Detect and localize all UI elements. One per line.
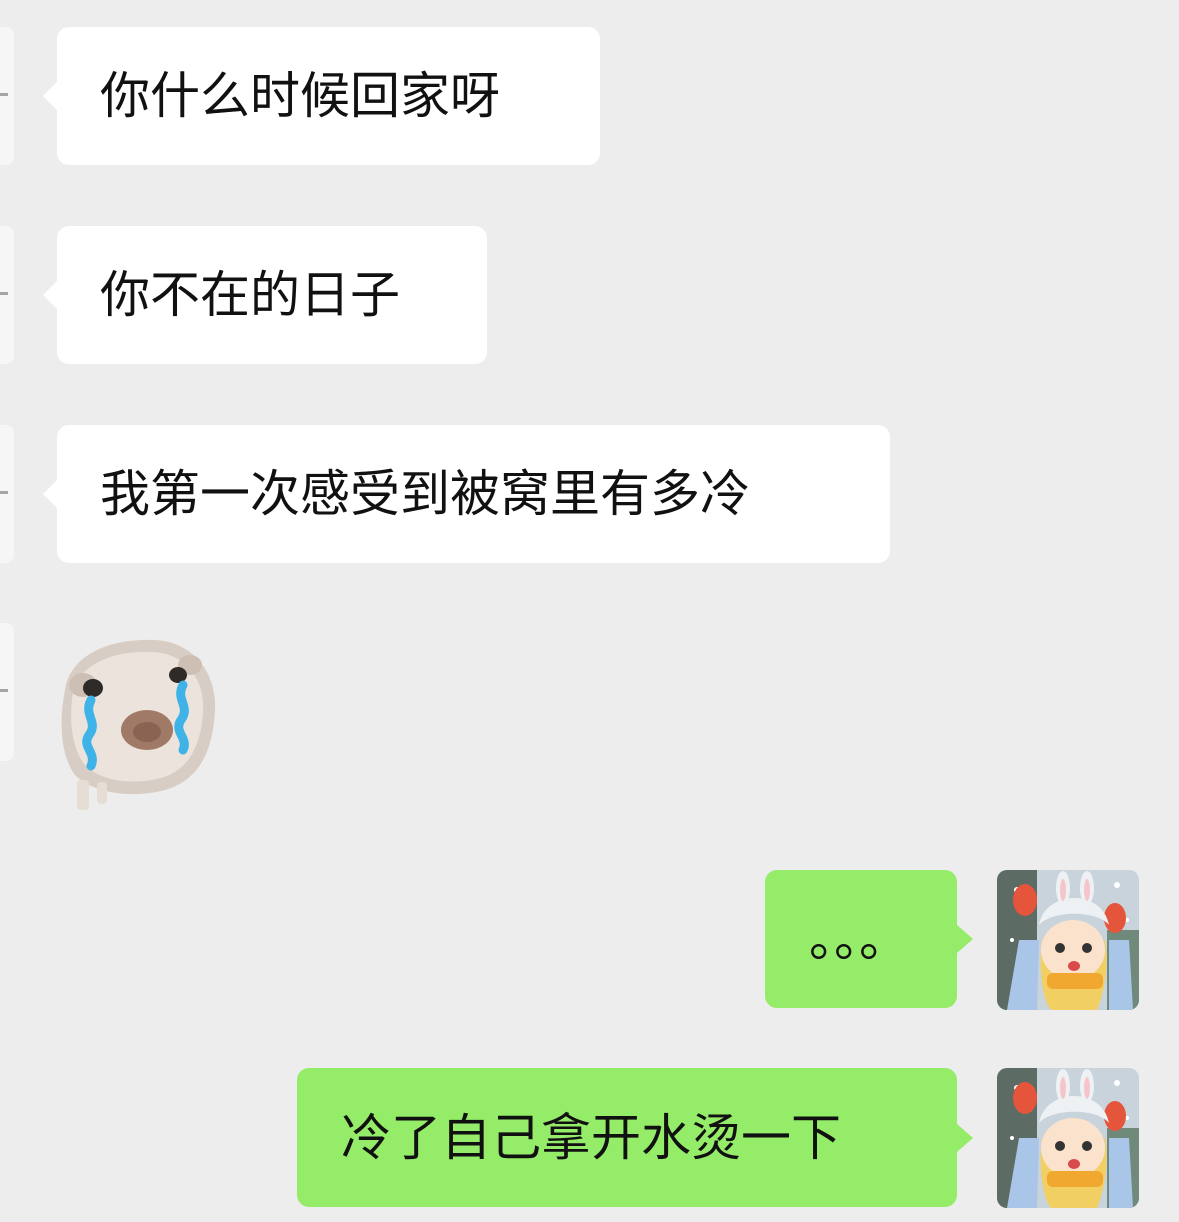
contact-avatar[interactable] [0,27,14,165]
incoming-message-bubble[interactable]: 我第一次感受到被窝里有多冷 [43,425,890,563]
contact-avatar[interactable] [0,226,14,364]
contact-avatar[interactable] [0,623,14,761]
incoming-message-bubble[interactable]: 你什么时候回家呀 [43,27,600,165]
outgoing-message-bubble[interactable]: 冷了自己拿开水烫一下 [297,1068,973,1207]
contact-avatar[interactable] [0,425,14,563]
crying-hamster-sticker[interactable] [55,630,220,810]
message-text: 你不在的日子 [100,266,400,324]
self-avatar[interactable] [997,870,1139,1010]
self-avatar[interactable] [997,1068,1139,1208]
crying-hamster-icon [61,639,216,810]
anime-girl-avatar-icon [997,1068,1139,1208]
outgoing-message-bubble[interactable]: 。。。 [765,870,973,1008]
message-text: 你什么时候回家呀 [100,67,500,125]
message-text: 我第一次感受到被窝里有多冷 [100,465,750,523]
incoming-message-bubble[interactable]: 你不在的日子 [43,226,487,364]
message-text: 。。。 [809,910,909,968]
anime-girl-avatar-icon [997,870,1139,1010]
message-text: 冷了自己拿开水烫一下 [341,1108,841,1167]
